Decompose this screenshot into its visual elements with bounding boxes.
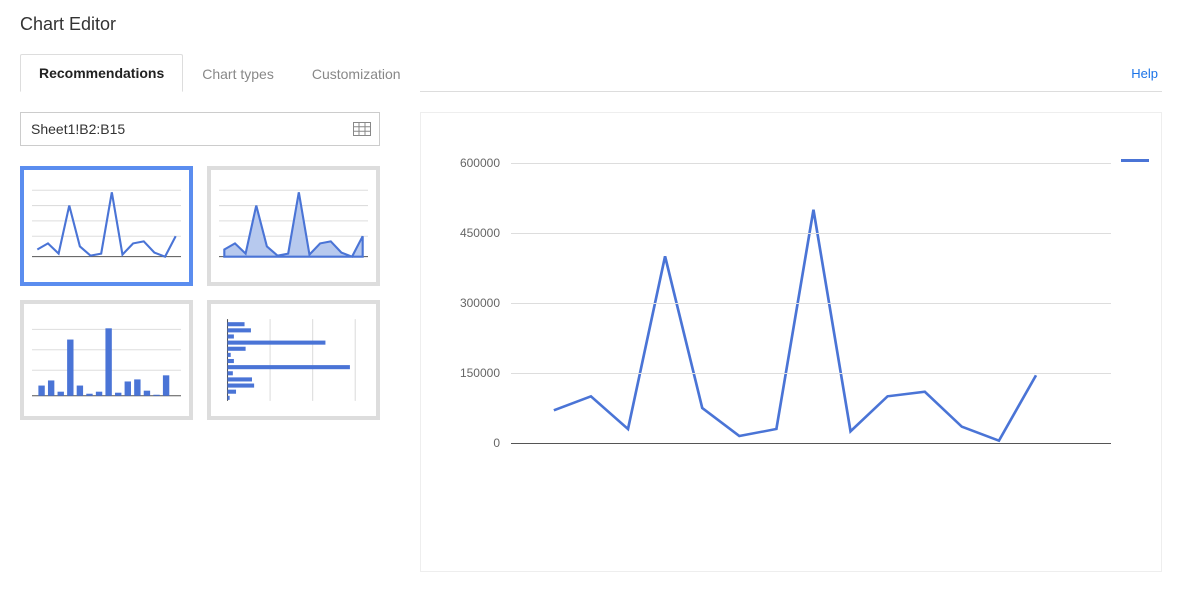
chart-series-line [554,210,1036,441]
y-tick-label: 600000 [460,156,500,170]
chart-gridline [511,373,1111,374]
tab-chart-types[interactable]: Chart types [183,55,293,92]
grid-select-icon[interactable] [353,122,371,136]
tab-bar: Recommendations Chart types Customizatio… [20,53,1162,92]
y-tick-label: 300000 [460,296,500,310]
chart-gridline [511,303,1111,304]
chart-thumb-bar[interactable] [207,300,380,420]
legend-series-line [1121,159,1149,162]
tab-recommendations[interactable]: Recommendations [20,54,183,92]
tab-customization[interactable]: Customization [293,55,420,92]
chart-gridline [511,443,1111,444]
chart-preview: 0 150000 300000 450000 600000 [420,112,1162,572]
chart-thumb-line[interactable] [20,166,193,286]
y-tick-label: 150000 [460,366,500,380]
help-link[interactable]: Help [1127,56,1162,91]
chart-gridline [511,233,1111,234]
y-tick-label: 450000 [460,226,500,240]
range-input-wrap[interactable] [20,112,380,146]
chart-thumb-column[interactable] [20,300,193,420]
y-tick-label: 0 [493,436,500,450]
chart-gridline [511,163,1111,164]
data-range-input[interactable] [31,121,353,137]
page-title: Chart Editor [20,14,1162,35]
chart-thumb-area[interactable] [207,166,380,286]
